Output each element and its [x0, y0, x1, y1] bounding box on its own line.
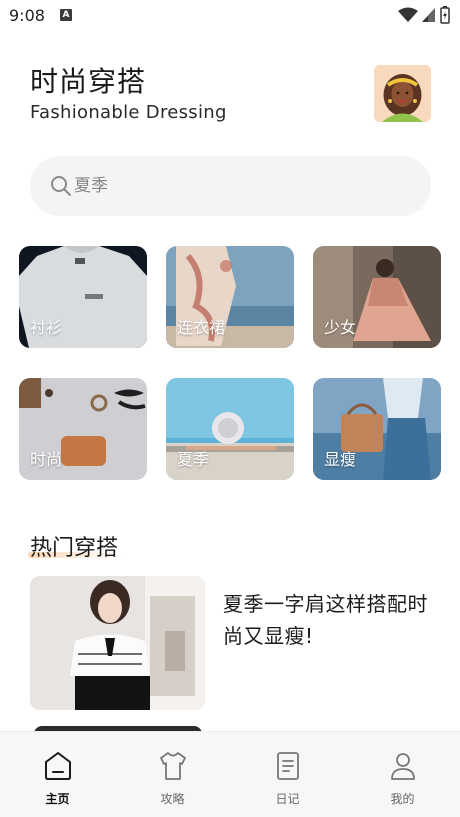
category-card-summer[interactable]: 夏季: [166, 378, 294, 480]
category-card-girl[interactable]: 少女: [313, 246, 441, 348]
status-bar: 9:08 A: [0, 0, 460, 32]
battery-charging-icon: [440, 6, 450, 24]
signal-icon: [422, 8, 435, 22]
avatar[interactable]: [374, 65, 431, 122]
notebook-icon: [276, 752, 299, 780]
article-photo: [30, 576, 205, 710]
category-card-slimming[interactable]: 显瘦: [313, 378, 441, 480]
avatar-woman-illustration: [374, 65, 431, 122]
search-bar[interactable]: [30, 156, 431, 216]
nav-item-guide[interactable]: 攻略: [115, 732, 230, 817]
user-icon: [390, 753, 415, 780]
nav-item-profile[interactable]: 我的: [345, 732, 460, 817]
article-card[interactable]: 夏季一字肩这样搭配时尚又显瘦!: [30, 576, 431, 710]
article-image: [30, 576, 205, 710]
nav-label: 我的: [390, 792, 415, 806]
nav-item-home[interactable]: 主页: [0, 732, 115, 817]
section-title: 热门穿搭: [30, 536, 119, 561]
category-label: 连衣裙: [177, 318, 226, 337]
wifi-icon: [398, 7, 418, 22]
home-icon: [44, 752, 71, 780]
category-card-dress[interactable]: 连衣裙: [166, 246, 294, 348]
status-icons: [398, 6, 450, 24]
page-subtitle: Fashionable Dressing: [30, 102, 227, 123]
bottom-nav: 主页 攻略 日记 我的: [0, 731, 460, 817]
category-label: 显瘦: [324, 450, 357, 469]
search-input[interactable]: [74, 176, 374, 196]
category-label: 衬衫: [30, 318, 63, 337]
tshirt-icon: [159, 752, 186, 780]
category-card-fashion[interactable]: 时尚: [19, 378, 147, 480]
category-label: 时尚: [30, 450, 63, 469]
search-icon: [51, 176, 71, 196]
category-label: 少女: [324, 318, 357, 337]
status-time: 9:08: [9, 6, 45, 25]
article-title: 夏季一字肩这样搭配时尚又显瘦!: [223, 592, 428, 648]
page-title: 时尚穿搭: [30, 65, 147, 98]
nav-item-diary[interactable]: 日记: [230, 732, 345, 817]
nav-label: 日记: [275, 792, 300, 806]
category-label: 夏季: [177, 450, 210, 469]
nav-label: 攻略: [160, 792, 185, 806]
notification-badge: A: [60, 9, 72, 21]
nav-label: 主页: [45, 792, 70, 806]
category-card-shirt[interactable]: 衬衫: [19, 246, 147, 348]
